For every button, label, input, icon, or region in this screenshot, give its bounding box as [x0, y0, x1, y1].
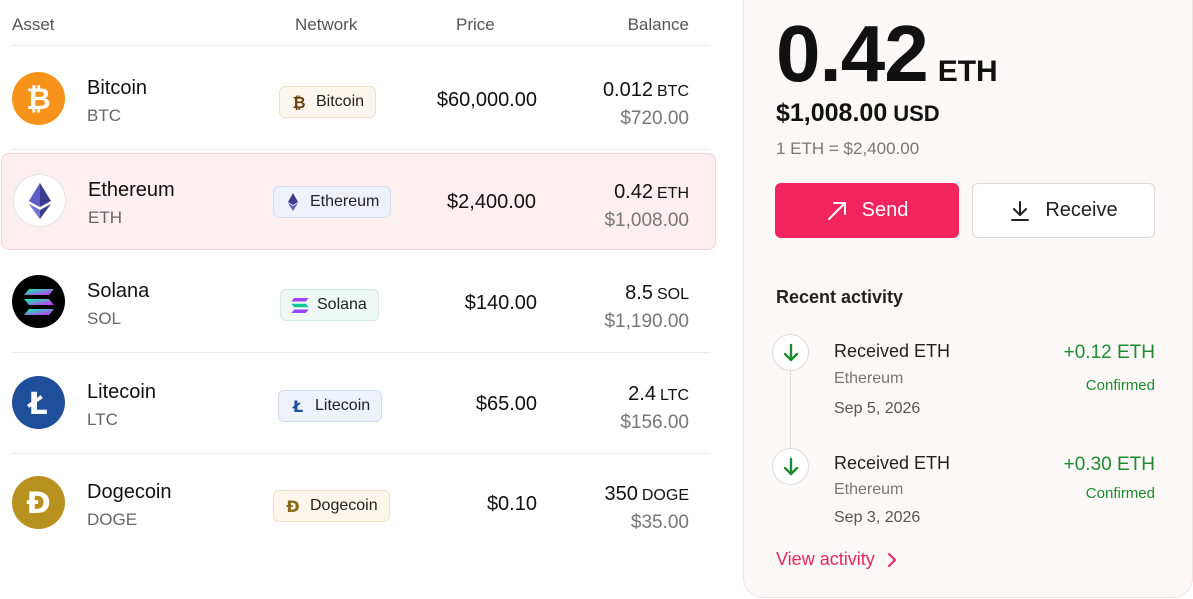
asset-symbol: LTC [87, 410, 118, 429]
asset-price: $2,400.00 [447, 191, 536, 213]
solana-icon [12, 275, 65, 328]
column-header-network[interactable]: Network [295, 15, 357, 35]
network-label: Dogecoin [310, 497, 378, 514]
svg-text:Ł: Ł [26, 387, 47, 422]
download-icon [1009, 200, 1031, 222]
arrow-down-icon [772, 334, 809, 371]
asset-name: Ethereum [88, 179, 175, 201]
balance-usd: $1,008.00 [604, 210, 689, 231]
asset-name: Solana [87, 280, 150, 302]
ethereum-icon [284, 193, 302, 211]
column-header-balance[interactable]: Balance [628, 15, 689, 35]
asset-price: $60,000.00 [436, 89, 537, 111]
asset-name: Litecoin [87, 381, 156, 403]
table-row[interactable]: Ð Dogecoin DOGE Ð Dogecoin $0.10 350 DOGE… [0, 454, 716, 554]
asset-symbol: ETH [88, 208, 122, 227]
activity-date: Sep 5, 2026 [834, 400, 921, 417]
network-badge: ₿ Bitcoin [279, 86, 377, 118]
table-row[interactable]: ₿ Bitcoin BTC ₿ Bitcoin $60,000.00 0.012… [0, 50, 716, 150]
chevron-right-icon [887, 552, 897, 568]
send-button[interactable]: Send [775, 183, 959, 238]
network-label: Solana [317, 296, 367, 313]
view-activity-link[interactable]: View activity [776, 549, 897, 570]
activity-amount: +0.30 ETH [1063, 454, 1155, 475]
recent-activity-title: Recent activity [776, 287, 904, 307]
bitcoin-icon: ₿ [12, 72, 65, 125]
activity-title[interactable]: Received ETH [834, 453, 950, 474]
bitcoin-icon: ₿ [290, 93, 308, 111]
receive-button[interactable]: Receive [972, 183, 1155, 238]
asset-price: $140.00 [464, 292, 537, 314]
view-activity-label: View activity [776, 549, 875, 569]
svg-text:Ł: Ł [292, 397, 303, 415]
send-label: Send [861, 199, 909, 221]
network-label: Bitcoin [316, 93, 365, 110]
balance-amount: 0.42 ETH [614, 181, 689, 203]
balance-amount: 0.012 BTC [602, 79, 689, 101]
dogecoin-icon: Ð [284, 497, 302, 515]
balance-amount: 2.4 LTC [628, 383, 689, 405]
dogecoin-icon: Ð [12, 476, 65, 529]
svg-text:Ð: Ð [26, 486, 50, 520]
activity-amount: +0.12 ETH [1063, 342, 1155, 363]
svg-text:Ð: Ð [286, 497, 299, 515]
network-label: Ethereum [310, 193, 380, 210]
asset-table: Asset Network Price Balance ₿ Bitcoin BT… [0, 0, 716, 599]
balance-usd: $1,190.00 [604, 311, 689, 332]
balance-usd: $720.00 [620, 108, 689, 129]
table-row[interactable]: Ł Litecoin LTC Ł Litecoin $65.00 2.4 LTC … [0, 354, 716, 454]
svg-text:₿: ₿ [26, 82, 50, 117]
column-header-price[interactable]: Price [456, 15, 495, 35]
solana-icon [291, 296, 309, 314]
network-badge: Ethereum [273, 186, 392, 218]
litecoin-icon: Ł [12, 376, 65, 429]
activity-status: Confirmed [1085, 377, 1155, 394]
table-header: Asset Network Price Balance [12, 0, 710, 46]
column-header-asset[interactable]: Asset [12, 15, 55, 35]
network-label: Litecoin [315, 397, 371, 414]
table-row[interactable]: Solana SOL Solana $140.00 8.5 SOL $1,190.… [0, 253, 716, 353]
asset-symbol: SOL [87, 309, 122, 328]
balance-usd: $35.00 [630, 512, 689, 533]
receive-label: Receive [1045, 199, 1118, 221]
activity-network: Ethereum [834, 481, 904, 498]
activity-network: Ethereum [834, 370, 904, 387]
asset-price: $65.00 [475, 393, 537, 415]
balance-usd-value: $1,008.00 USD [776, 99, 940, 127]
balance-amount-large: 0.42 ETH [776, 9, 998, 98]
arrow-up-right-icon [826, 200, 848, 222]
litecoin-icon: Ł [289, 397, 307, 415]
network-badge: Ð Dogecoin [273, 490, 390, 522]
balance-amount: 350 DOGE [604, 483, 690, 505]
svg-text:₿: ₿ [292, 93, 305, 111]
asset-name: Dogecoin [87, 481, 172, 503]
table-row-selected[interactable]: Ethereum ETH Ethereum $2,400.00 0.42 ETH … [1, 153, 716, 250]
network-badge: Solana [280, 289, 379, 321]
asset-symbol: DOGE [87, 510, 138, 529]
exchange-rate: 1 ETH = $2,400.00 [776, 139, 920, 158]
network-badge: Ł Litecoin [278, 390, 383, 422]
asset-price: $0.10 [486, 493, 537, 515]
ethereum-icon [13, 174, 66, 227]
asset-name: Bitcoin [87, 77, 148, 99]
arrow-down-icon [772, 448, 809, 485]
timeline-line [790, 370, 791, 448]
balance-usd: $156.00 [620, 412, 689, 433]
activity-status: Confirmed [1085, 485, 1155, 502]
balance-amount: 8.5 SOL [625, 282, 689, 304]
asset-symbol: BTC [87, 106, 121, 125]
activity-title[interactable]: Received ETH [834, 341, 950, 362]
activity-date: Sep 3, 2026 [834, 509, 921, 526]
